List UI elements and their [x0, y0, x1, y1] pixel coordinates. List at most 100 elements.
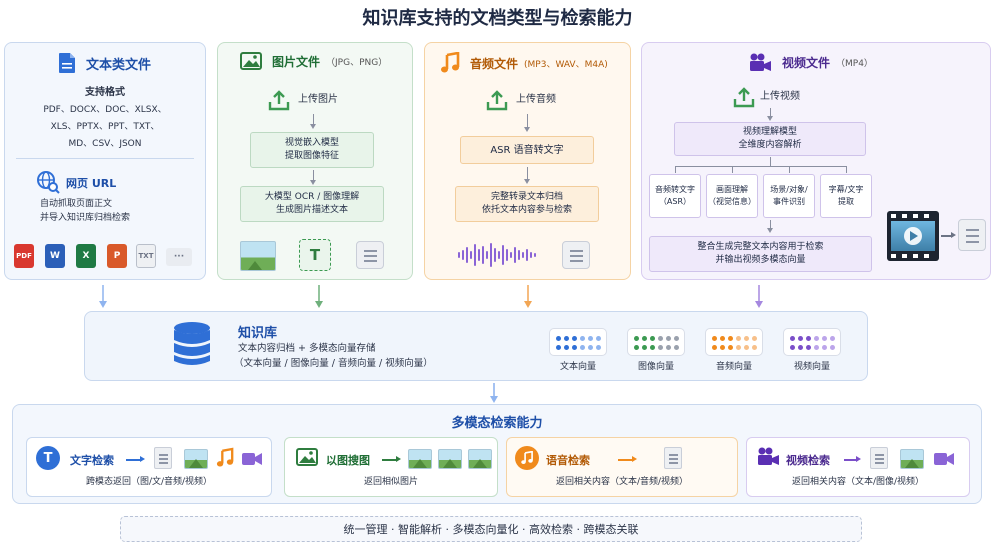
- vector-dot: [588, 336, 593, 341]
- vector-dot: [666, 345, 671, 350]
- branch-text: 提取: [837, 197, 854, 206]
- video-model-box: 视频理解模型 全维度内容解析: [674, 122, 866, 156]
- branch-text: 字幕/文字: [828, 185, 864, 194]
- flow-arrow: [524, 114, 530, 132]
- vector-dot: [814, 336, 819, 341]
- vector-dot: [658, 345, 663, 350]
- image-vector-chip: [627, 328, 685, 356]
- vector-dot: [744, 336, 749, 341]
- text-panel-title: 文本类文件: [86, 57, 152, 73]
- globe-search-icon: [37, 171, 60, 194]
- voice-search-icon: [515, 446, 539, 470]
- asr-branch-box: 音频转文字 （ASR）: [649, 174, 701, 218]
- step-text: 视频理解模型: [742, 127, 797, 137]
- vector-label: 视频向量: [793, 362, 830, 372]
- vector-dot: [650, 336, 655, 341]
- video-camera-icon: [758, 447, 779, 465]
- vector-dot: [720, 336, 725, 341]
- vector-dot: [674, 345, 679, 350]
- video-camera-icon: [750, 53, 771, 71]
- video-vector-chip: [783, 328, 841, 356]
- text-files-panel: [4, 42, 206, 280]
- document-lines-icon: [958, 219, 986, 251]
- text-vector-chip: [549, 328, 607, 356]
- step-text: 整合生成完整文本内容用于检索: [697, 242, 824, 252]
- vector-dot: [728, 336, 733, 341]
- vector-dot: [556, 345, 561, 350]
- formats-list: PDF、DOCX、DOC、XLSX、 XLS、PPTX、PPT、TXT、 MD、…: [4, 103, 206, 151]
- document-lines-icon: [562, 241, 590, 269]
- pdf-icon: PDF: [14, 244, 34, 268]
- flow-arrow: [767, 108, 773, 121]
- branch-text: 事件识别: [772, 197, 805, 206]
- branch-text: 音频转文字: [655, 185, 695, 194]
- vector-dot: [798, 345, 803, 350]
- word-icon: W: [45, 244, 65, 268]
- search-label: 文字检索: [70, 454, 114, 467]
- search-desc: 返回相关内容（文本/图像/视频）: [791, 477, 925, 487]
- music-note-icon: [216, 447, 234, 467]
- step-text: 生成图片描述文本: [275, 205, 348, 215]
- footer-banner: 统一管理 · 智能解析 · 多模态向量化 · 高效检索 · 跨模态关联: [120, 516, 862, 542]
- database-icon: [174, 322, 210, 365]
- formats-title: 支持格式: [85, 87, 125, 98]
- search-desc: 返回相似图片: [363, 477, 418, 487]
- search-title: 多模态检索能力: [451, 416, 543, 431]
- image-panel-subtitle: （JPG、PNG）: [326, 57, 388, 68]
- step-text: 依托文本内容参与检索: [481, 205, 572, 215]
- down-arrow: [490, 383, 498, 403]
- document-icon: [59, 53, 75, 73]
- branch-text: （视觉信息）: [708, 197, 756, 206]
- picture-thumbnail-icon: [240, 241, 276, 271]
- vector-dot: [658, 336, 663, 341]
- search-desc: 跨模态返回（图/文/音频/视频）: [85, 477, 213, 487]
- waveform-icon: [458, 243, 536, 267]
- connector: [675, 166, 847, 167]
- video-icon: [242, 453, 262, 465]
- vector-dot: [790, 336, 795, 341]
- vector-dot: [634, 336, 639, 341]
- picture-thumbnail-icon: [900, 449, 924, 469]
- vector-dot: [736, 345, 741, 350]
- vector-dot: [814, 345, 819, 350]
- input-arrows: [99, 285, 763, 308]
- document-lines-icon: [356, 241, 384, 269]
- flow-arrow: [310, 114, 316, 129]
- visual-branch-box: 画面理解 （视觉信息）: [706, 174, 758, 218]
- vector-dot: [822, 336, 827, 341]
- web-url-desc: 自动抓取页面正文 并导入知识库归档检索: [40, 197, 130, 225]
- vector-dot: [822, 345, 827, 350]
- vector-dot: [564, 345, 569, 350]
- asr-box: ASR 语音转文字: [460, 136, 594, 164]
- vector-dot: [728, 345, 733, 350]
- upload-video-label: 上传视频: [760, 91, 800, 102]
- vector-dot: [712, 345, 717, 350]
- connector: [770, 157, 771, 166]
- visual-embedding-box: 视觉嵌入模型 提取图像特征: [250, 132, 374, 168]
- search-label: 视频检索: [786, 454, 830, 467]
- document-lines-icon: [664, 447, 682, 469]
- formats-line: MD、CSV、JSON: [68, 139, 142, 149]
- vector-label: 图像向量: [637, 362, 674, 372]
- vector-dot: [806, 336, 811, 341]
- txt-icon: TXT: [136, 244, 156, 268]
- scene-branch-box: 场景/对象/事件识别: [763, 174, 815, 218]
- flow-arrow: [310, 170, 316, 185]
- vector-dot: [596, 345, 601, 350]
- vector-dot: [830, 336, 835, 341]
- audio-panel-header: 音频文件 (MP3、WAV、M4A): [440, 52, 608, 74]
- text-panel-header: 文本类文件: [58, 52, 151, 74]
- vector-dot: [752, 345, 757, 350]
- audio-vector-chip: [705, 328, 763, 356]
- upload-icon: [733, 87, 755, 108]
- picture-thumbnail-icon: [408, 449, 432, 469]
- vector-dot: [806, 345, 811, 350]
- page-title: 知识库支持的文档类型与检索能力: [362, 8, 633, 29]
- video-merge-box: 整合生成完整文本内容用于检索 并输出视频多模态向量: [649, 236, 872, 272]
- upload-image-label: 上传图片: [298, 94, 338, 105]
- ocr-box: 大模型 OCR / 图像理解 生成图片描述文本: [240, 186, 384, 222]
- vector-dot: [666, 336, 671, 341]
- music-note-icon: [521, 451, 533, 465]
- flow-arrow: [524, 167, 530, 184]
- connector: [732, 166, 733, 173]
